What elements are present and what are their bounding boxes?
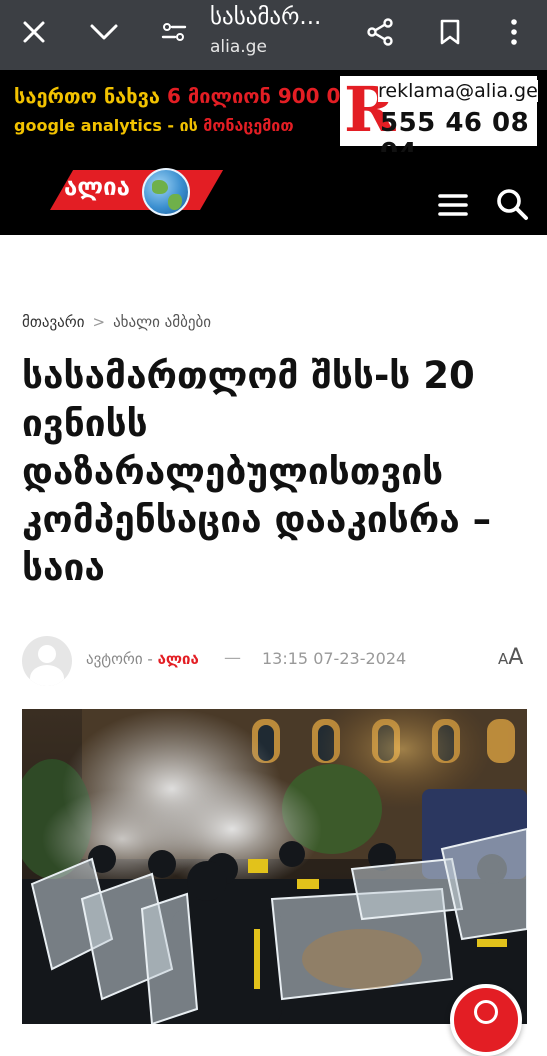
tab-title[interactable]: სასამარ... — [210, 4, 321, 30]
article-meta: ავტორი - ალია — 13:15 07-23-2024 AA — [22, 636, 527, 686]
collapse-button[interactable] — [80, 8, 128, 56]
font-size-small: A — [498, 650, 509, 668]
breadcrumb-home[interactable]: მთავარი — [22, 313, 84, 331]
ad-views-prefix: საერთო ნახვა — [14, 84, 167, 108]
ad-views-count: 6 მილიონ 900 000 — [166, 84, 369, 108]
publish-date: 13:15 07-23-2024 — [262, 649, 407, 668]
chevron-down-icon — [90, 24, 118, 40]
article-title: სასამართლომ შსს-ს 20 ივნისს დაზარალებული… — [22, 354, 492, 589]
logo-text: ალია — [64, 173, 130, 201]
author-line: ავტორი - ალია — [86, 650, 199, 668]
site-header: ალია — [0, 152, 547, 235]
author-prefix: ავტორი - — [86, 650, 158, 668]
menu-icon — [438, 194, 468, 216]
more-options-button[interactable] — [490, 8, 538, 56]
fab-icon — [474, 1000, 498, 1024]
breadcrumb-separator: > — [92, 313, 106, 331]
close-tab-button[interactable] — [10, 8, 58, 56]
bookmark-button[interactable] — [426, 8, 474, 56]
share-button[interactable] — [356, 8, 404, 56]
protest-photo-illustration — [22, 709, 527, 1024]
breadcrumb: მთავარი > ახალი ამბები — [22, 313, 211, 331]
ad-source-text: google analytics - ის მონაცემით — [14, 116, 294, 135]
close-icon — [23, 21, 45, 43]
font-size-toggle[interactable]: AA — [498, 645, 523, 670]
ad-views-text: საერთო ნახვა 6 მილიონ 900 000 — [14, 84, 368, 108]
search-icon — [497, 189, 528, 220]
url-text[interactable]: alia.ge — [210, 37, 267, 57]
browser-toolbar: სასამარ... alia.ge — [0, 0, 547, 70]
author-name[interactable]: ალია — [158, 650, 199, 668]
article-photo[interactable] — [22, 709, 527, 1024]
share-icon — [367, 18, 393, 46]
meta-dash: — — [224, 648, 241, 668]
ad-email[interactable]: reklama@alia.ge — [378, 80, 538, 102]
page-settings-button[interactable] — [150, 8, 198, 56]
font-size-big: A — [508, 645, 524, 670]
site-logo[interactable]: ალია — [26, 166, 224, 216]
search-button[interactable] — [494, 186, 530, 222]
bookmark-icon — [440, 19, 460, 45]
breadcrumb-current[interactable]: ახალი ამბები — [113, 313, 211, 331]
avatar[interactable] — [22, 636, 72, 686]
ad-contact-box[interactable]: R reklama@alia.ge 555 46 08 04 — [340, 76, 538, 168]
page-settings-icon — [161, 23, 187, 41]
menu-button[interactable] — [436, 188, 470, 222]
globe-icon — [142, 168, 190, 216]
floating-action-button[interactable] — [450, 984, 522, 1056]
ad-source-suffix: მონაცემით — [203, 116, 294, 135]
ad-source-prefix: google analytics - ის — [14, 116, 204, 135]
more-vert-icon — [511, 19, 517, 45]
ad-banner[interactable]: საერთო ნახვა 6 მილიონ 900 000 google ana… — [0, 70, 547, 168]
